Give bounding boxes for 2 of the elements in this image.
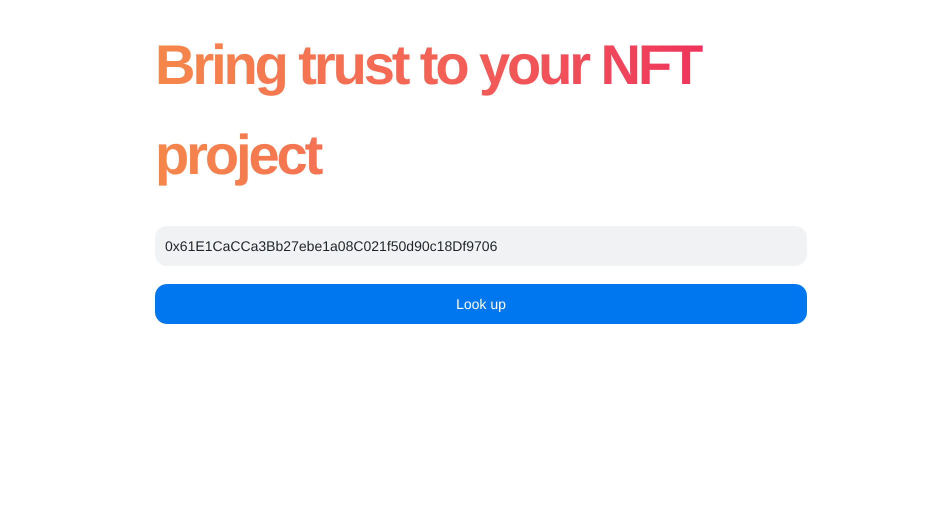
address-field[interactable]: 0x61E1CaCCa3Bb27ebe1a08C021f50d90c18Df9706 [155, 226, 807, 266]
look-up-button[interactable]: Look up [155, 284, 807, 324]
